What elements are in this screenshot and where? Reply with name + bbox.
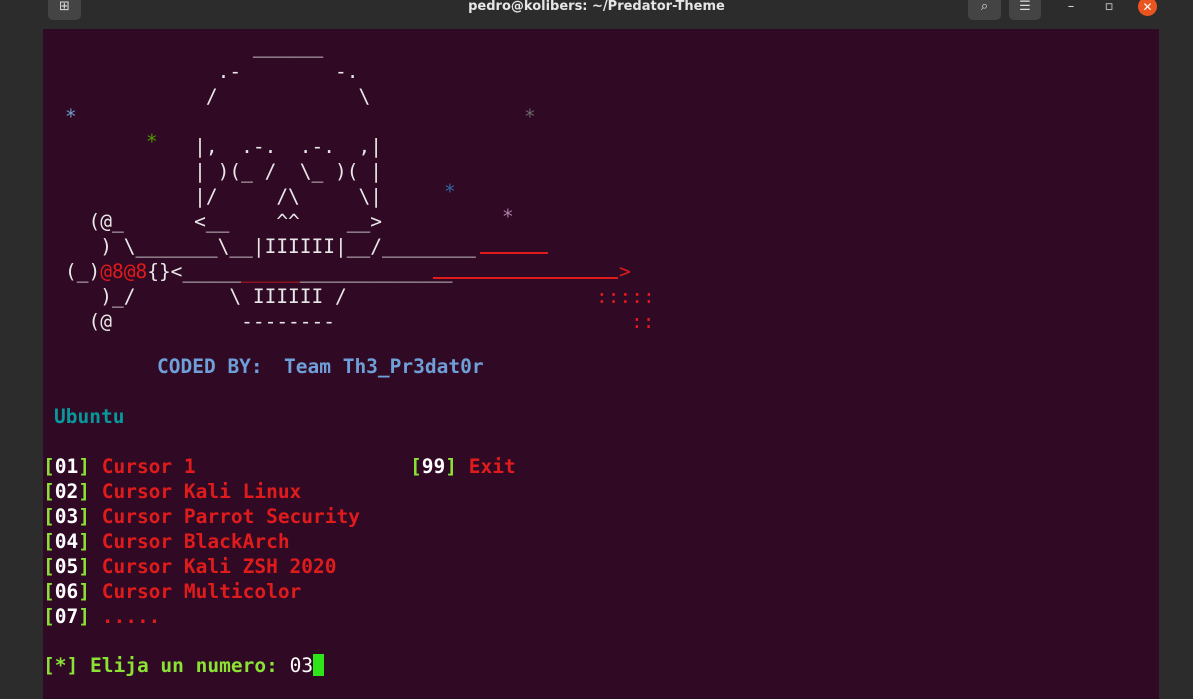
menu-item-06[interactable]: [06] Cursor Multicolor	[43, 579, 301, 604]
minimize-button[interactable]: –	[1060, 0, 1082, 14]
os-label: Ubuntu	[54, 405, 125, 428]
title-bar: ⊞ pedro@kolibers: ~/Predator-Theme ⌕ ☰ –…	[0, 0, 1193, 29]
star-1: *	[65, 105, 77, 128]
prompt-text: Elija un numero:	[89, 654, 278, 677]
menu-item-01[interactable]: [01] Cursor 1	[43, 454, 196, 479]
ascii-art-line-10: (_)@8@8{}<_______________________	[65, 260, 453, 283]
coded-by-team: Team Th3_Pr3dat0r	[284, 355, 484, 378]
star-5: *	[502, 205, 514, 228]
menu-item-exit[interactable]: [99] Exit	[410, 454, 516, 479]
coded-by-label: CODED BY:	[157, 355, 263, 378]
arrow-tip: >	[619, 260, 631, 283]
left-border	[0, 29, 43, 699]
ascii-art-line-11: )_/ \ IIIIII /	[65, 285, 347, 308]
red-underline-1	[480, 252, 548, 254]
terminal-window: ⊞ pedro@kolibers: ~/Predator-Theme ⌕ ☰ –…	[0, 0, 1193, 699]
star-3: *	[524, 105, 536, 128]
ascii-art-line-6: | )(_ / \_ )( |	[65, 160, 382, 183]
prompt-marker: [*]	[43, 654, 79, 677]
red-underline-2	[433, 277, 618, 279]
star-2: *	[146, 130, 158, 153]
ascii-art-line-5: |, .-. .-. ,|	[65, 135, 382, 158]
ascii-art-line-7: |/ /\ \|	[65, 185, 382, 208]
ascii-art-line-12: (@ --------	[65, 310, 336, 333]
text-cursor	[313, 654, 325, 676]
menu-item-07[interactable]: [07] .....	[43, 604, 160, 629]
ascii-art-line-1: ______	[65, 35, 324, 58]
prompt-input[interactable]: 03	[290, 654, 313, 677]
maximize-button[interactable]: ▫	[1098, 0, 1120, 14]
minimize-icon: –	[1067, 0, 1075, 14]
menu-item-02[interactable]: [02] Cursor Kali Linux	[43, 479, 301, 504]
ascii-art-line-2: .- -.	[65, 60, 359, 83]
star-4: *	[444, 180, 456, 203]
search-icon: ⌕	[980, 0, 989, 14]
search-button[interactable]: ⌕	[968, 0, 1001, 20]
input-prompt[interactable]: [*] Elija un numero: 03	[43, 653, 325, 678]
red-dots-1: :::::	[596, 285, 655, 308]
right-border	[1159, 29, 1193, 699]
menu-item-05[interactable]: [05] Cursor Kali ZSH 2020	[43, 554, 337, 579]
red-dots-2: ::	[631, 310, 655, 333]
menu-item-04[interactable]: [04] Cursor BlackArch	[43, 529, 290, 554]
ascii-art-line-3: / \	[65, 85, 371, 108]
maximize-icon: ▫	[1104, 0, 1114, 14]
close-icon: ✕	[1142, 0, 1153, 14]
hamburger-menu-icon: ☰	[1019, 0, 1031, 14]
menu-item-03[interactable]: [03] Cursor Parrot Security	[43, 504, 360, 529]
ascii-art-line-9: ) \_______\__|IIIIII|__/________	[65, 235, 476, 258]
ascii-art-line-8: (@_ <__ ^^ __>	[65, 210, 382, 233]
menu-button[interactable]: ☰	[1009, 0, 1041, 20]
terminal-content[interactable]: ______ .- -. / \ |, .-. .-. ,| | )(_ / \…	[43, 29, 1159, 699]
